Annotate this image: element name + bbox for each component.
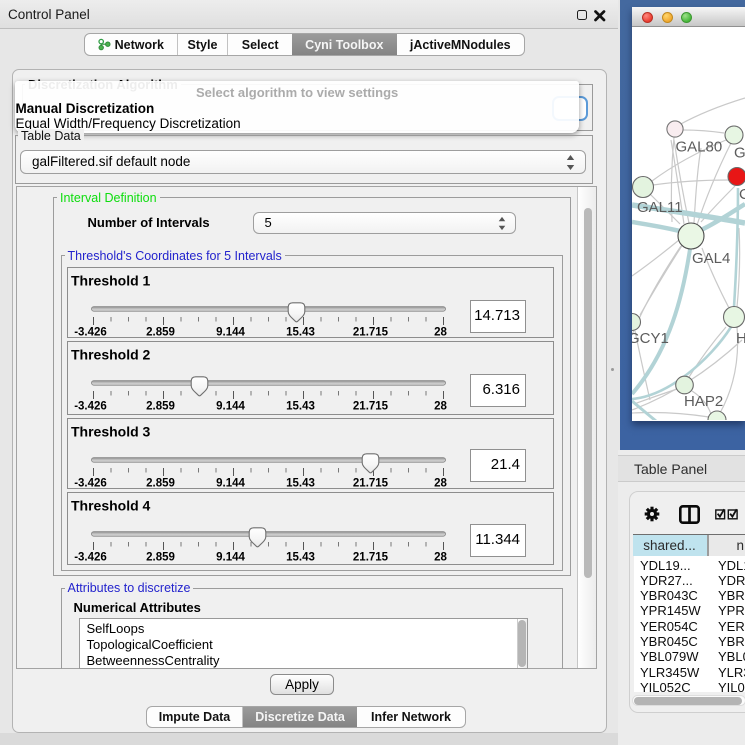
svg-text:H: H [736,330,745,347]
svg-text:9.144: 9.144 [216,552,245,564]
svg-text:2.859: 2.859 [146,327,175,338]
svg-text:21.715: 21.715 [352,327,388,338]
svg-text:-3.426: -3.426 [74,552,107,564]
svg-text:-3.426: -3.426 [74,327,107,338]
svg-text:21.715: 21.715 [352,552,388,564]
svg-text:28: 28 [434,327,447,338]
svg-text:9.144: 9.144 [216,477,245,489]
svg-text:GAL4: GAL4 [692,250,730,267]
svg-text:GA: GA [734,145,745,162]
svg-text:21.715: 21.715 [352,400,388,412]
svg-text:28: 28 [434,552,447,564]
svg-text:Threshold 1: Threshold 1 [71,273,151,289]
svg-text:15.43: 15.43 [286,327,315,338]
svg-text:9.144: 9.144 [216,400,245,412]
svg-text:-3.426: -3.426 [74,477,107,489]
svg-text:15.43: 15.43 [286,552,315,564]
svg-text:HAP2: HAP2 [684,393,723,410]
svg-text:Threshold 4: Threshold 4 [71,498,151,514]
svg-text:28: 28 [434,477,447,489]
svg-text:GAL80: GAL80 [676,139,723,156]
svg-text:2.859: 2.859 [146,400,175,412]
svg-text:GCY1: GCY1 [632,330,669,347]
svg-text:15.43: 15.43 [286,400,315,412]
svg-text:9.144: 9.144 [216,327,245,338]
svg-text:Threshold 2: Threshold 2 [71,346,151,362]
svg-text:28: 28 [434,400,447,412]
svg-text:GAL11: GAL11 [637,199,683,216]
svg-text:-3.426: -3.426 [74,400,107,412]
svg-text:Threshold 3: Threshold 3 [71,423,151,439]
svg-text:C: C [739,186,745,203]
svg-text:2.859: 2.859 [146,552,175,564]
svg-text:15.43: 15.43 [286,477,315,489]
svg-text:21.715: 21.715 [352,477,388,489]
svg-text:2.859: 2.859 [146,477,175,489]
